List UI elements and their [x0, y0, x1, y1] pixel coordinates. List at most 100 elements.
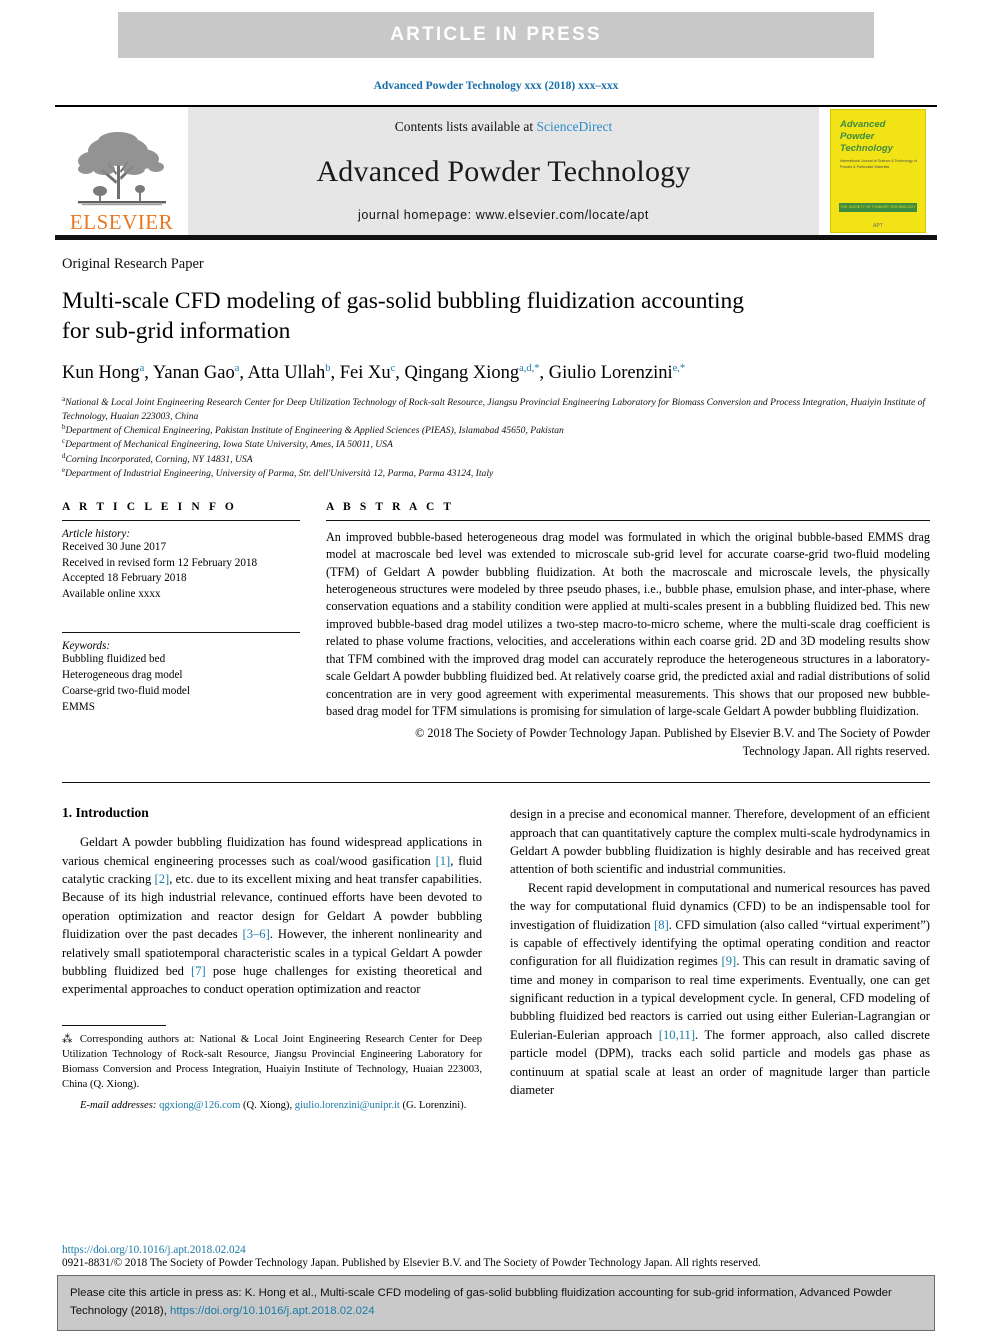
author-list: Kun Honga, Yanan Gaoa, Atta Ullahb, Fei …	[62, 363, 686, 384]
affiliation-text: National & Local Joint Engineering Resea…	[62, 397, 926, 422]
author-name[interactable]: Fei Xu	[340, 363, 391, 383]
keyword-item: Heterogeneous drag model	[62, 669, 183, 682]
email-owner-2: (G. Lorenzini).	[399, 1099, 467, 1111]
affiliation-item: eDepartment of Industrial Engineering, U…	[62, 466, 930, 480]
keyword-item: Coarse-grid two-fluid model	[62, 685, 191, 698]
affiliation-list: aNational & Local Joint Engineering Rese…	[62, 395, 930, 480]
cover-logo: APT	[873, 223, 883, 229]
footnote-star-icon: ⁂	[62, 1033, 75, 1045]
journal-homepage-link[interactable]: journal homepage: www.elsevier.com/locat…	[358, 208, 649, 222]
affiliation-item: aNational & Local Joint Engineering Rese…	[62, 395, 930, 423]
title-line-1: Multi-scale CFD modeling of gas-solid bu…	[62, 288, 745, 314]
author-name[interactable]: Kun Hong	[62, 363, 140, 383]
footnote-text: Corresponding authors at: National & Loc…	[62, 1033, 483, 1090]
article-in-press-label: ARTICLE IN PRESS	[390, 24, 602, 45]
footnote-rule	[62, 1024, 166, 1026]
intro-text-a: Geldart A powder bubbling fluidization h…	[62, 835, 482, 868]
right-column: design in a precise and economical manne…	[510, 805, 930, 1113]
affiliation-text: Department of Chemical Engineering, Paki…	[65, 425, 564, 437]
intro-paragraph-left: Geldart A powder bubbling fluidization h…	[62, 833, 482, 998]
abstract-heading: A B S T R A C T	[326, 500, 455, 513]
article-history-block: Article history: Received 30 June 2017 R…	[62, 528, 300, 604]
email-link-lorenzini[interactable]: giulio.lorenzini@unipr.it	[295, 1100, 400, 1111]
cover-title-line-2: Powder	[840, 131, 875, 143]
author-name[interactable]: Qingang Xiong	[405, 363, 520, 383]
history-item: Accepted 18 February 2018	[62, 572, 187, 585]
cite-doi-link[interactable]: https://doi.org/10.1016/j.apt.2018.02.02…	[170, 1305, 375, 1317]
affiliation-item: dCorning Incorporated, Corning, NY 14831…	[62, 452, 930, 466]
masthead-bottom-rule	[55, 235, 937, 240]
keywords-block: Keywords: Bubbling fluidized bed Heterog…	[62, 640, 300, 716]
cover-society-bar: THE SOCIETY OF POWDER TECHNOLOGY JAPAN	[839, 203, 917, 218]
copyright-line-2: Technology Japan. All rights reserved.	[742, 743, 930, 758]
title-line-2: for sub-grid information	[62, 318, 291, 345]
email-link-xiong[interactable]: qgxiong@126.com	[159, 1100, 240, 1111]
citation-ref[interactable]: [10,11]	[659, 1028, 695, 1042]
email-owner-1: (Q. Xiong),	[240, 1099, 295, 1111]
citation-ref[interactable]: [8]	[654, 918, 669, 932]
author-marks: a	[139, 363, 145, 375]
body-columns: 1. Introduction Geldart A powder bubblin…	[62, 805, 930, 1113]
email-note: E-mail addresses: qgxiong@126.com (Q. Xi…	[62, 1098, 482, 1113]
article-in-press-banner: ARTICLE IN PRESS	[118, 12, 874, 58]
abstract-column: A B S T R A C T An improved bubble-based…	[326, 501, 930, 761]
publisher-logo-block: ELSEVIER	[55, 107, 188, 235]
journal-masthead: ELSEVIER Contents lists available at Sci…	[55, 107, 937, 235]
masthead-right: Advanced Powder Technology International…	[819, 107, 937, 235]
doi-link[interactable]: https://doi.org/10.1016/j.apt.2018.02.02…	[62, 1244, 930, 1256]
copyright-line-1: © 2018 The Society of Powder Technology …	[415, 726, 930, 741]
intro-paragraph-right-1: design in a precise and economical manne…	[510, 807, 930, 877]
affiliation-text: Department of Industrial Engineering, Un…	[65, 468, 494, 480]
footer-links: https://doi.org/10.1016/j.apt.2018.02.02…	[62, 1244, 930, 1269]
issn-copyright-line: 0921-8831/© 2018 The Society of Powder T…	[62, 1257, 761, 1269]
contents-prefix: Contents lists available at	[394, 119, 537, 134]
citation-ref[interactable]: [2]	[155, 872, 170, 886]
history-item: Received in revised form 12 February 201…	[62, 556, 258, 569]
article-content: Original Research Paper Multi-scale CFD …	[62, 256, 930, 1113]
history-item: Available online xxxx	[62, 588, 161, 601]
article-info-rule	[62, 519, 300, 521]
affiliation-text: Corning Incorporated, Corning, NY 14831,…	[65, 454, 253, 465]
author-marks: e,*	[672, 363, 686, 375]
affiliation-text: Department of Mechanical Engineering, Io…	[65, 439, 393, 451]
article-history-label: Article history:	[62, 527, 131, 540]
affiliation-item: bDepartment of Chemical Engineering, Pak…	[62, 423, 930, 437]
contents-lists-line: Contents lists available at ScienceDirec…	[395, 119, 612, 135]
left-column: 1. Introduction Geldart A powder bubblin…	[62, 805, 482, 1113]
paper-page: ARTICLE IN PRESS Advanced Powder Technol…	[0, 12, 992, 1335]
cite-text: Please cite this article in press as: K.…	[70, 1285, 922, 1320]
abstract-text: An improved bubble-based heterogeneous d…	[326, 529, 930, 719]
citation-ref[interactable]: [3–6]	[243, 927, 270, 941]
keyword-item: Bubbling fluidized bed	[62, 653, 166, 666]
citation-ref[interactable]: [1]	[436, 854, 451, 868]
journal-cover-thumbnail: Advanced Powder Technology International…	[830, 109, 926, 233]
author-marks: a	[234, 363, 240, 375]
page-title: Multi-scale CFD modeling of gas-solid bu…	[62, 286, 882, 346]
cover-title-line-1: Advanced	[840, 119, 886, 130]
masthead-center: Contents lists available at ScienceDirec…	[188, 107, 819, 235]
article-info-heading: A R T I C L E I N F O	[62, 500, 237, 513]
author-marks: a,d,*	[519, 363, 540, 375]
sciencedirect-link[interactable]: ScienceDirect	[537, 119, 613, 134]
section-heading-introduction: 1. Introduction	[62, 805, 149, 821]
keyword-item: EMMS	[62, 701, 95, 713]
abstract-copyright: © 2018 The Society of Powder Technology …	[326, 725, 930, 760]
elsevier-tree-icon	[77, 132, 166, 206]
citation-ref[interactable]: [7]	[191, 964, 206, 978]
author-marks: b	[325, 363, 331, 375]
email-label: E-mail addresses:	[80, 1099, 157, 1111]
citation-ref[interactable]: [9]	[722, 954, 737, 968]
keywords-label: Keywords:	[62, 640, 111, 653]
author-name[interactable]: Yanan Gao	[153, 363, 235, 383]
abstract-rule	[326, 519, 930, 521]
journal-running-head: Advanced Powder Technology xxx (2018) xx…	[373, 80, 619, 92]
intro-paragraph-right-2: Recent rapid development in computationa…	[510, 879, 930, 1100]
history-item: Received 30 June 2017	[62, 540, 167, 553]
corresponding-author-note: ⁂ Corresponding authors at: National & L…	[62, 1032, 482, 1092]
author-name[interactable]: Atta Ullah	[248, 363, 326, 383]
journal-title: Advanced Powder Technology	[316, 154, 691, 188]
author-name[interactable]: Giulio Lorenzini	[549, 363, 673, 383]
cover-subtitle: International Journal of Science & Techn…	[840, 159, 917, 169]
footnote-block: ⁂ Corresponding authors at: National & L…	[62, 1024, 482, 1113]
